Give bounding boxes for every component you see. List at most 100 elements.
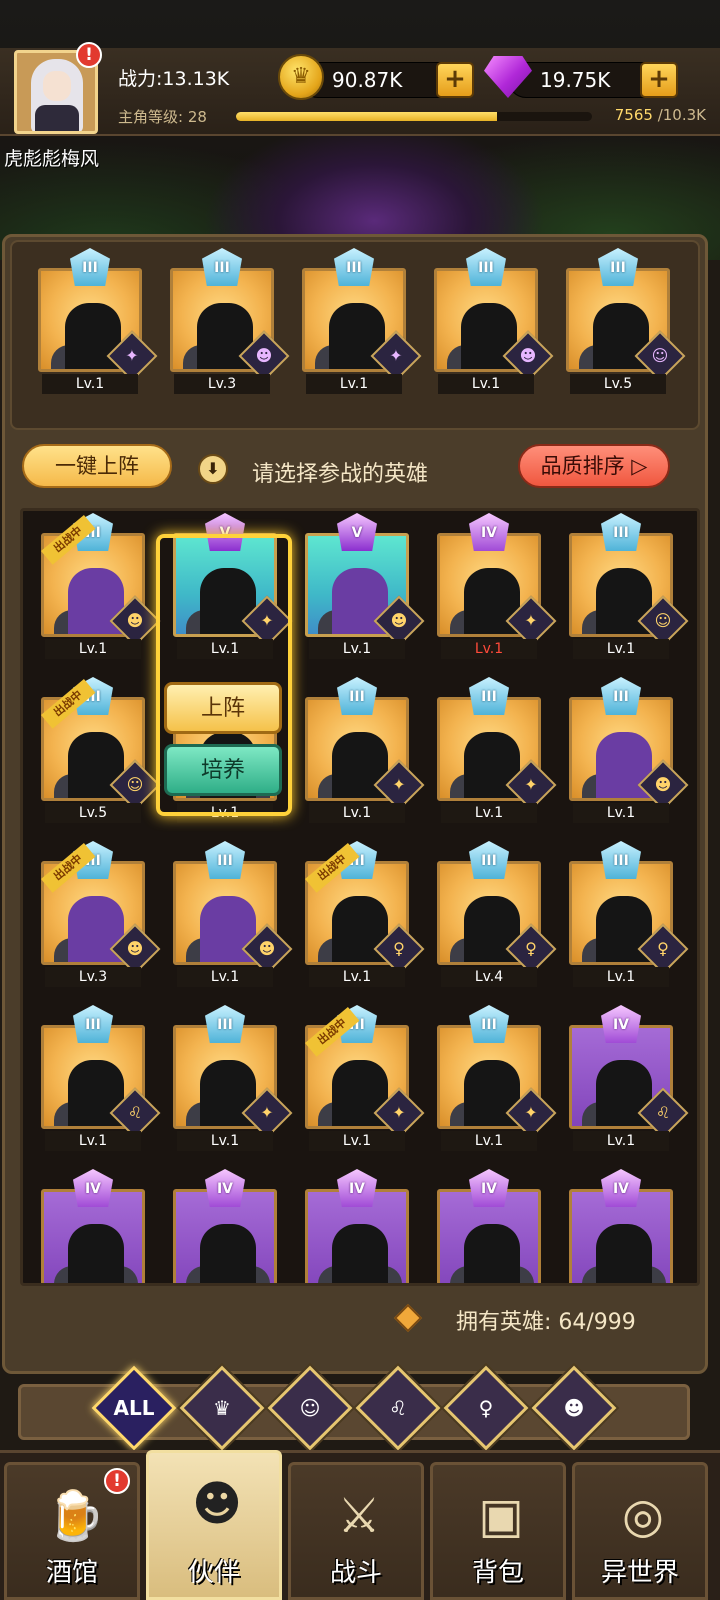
hero-level: Lv.1 — [177, 1131, 273, 1151]
hero-grid-card[interactable]: III ☻ Lv.3 出战中 — [41, 841, 161, 989]
faction-glyph: ☻ — [519, 346, 537, 365]
nav-tab-partner[interactable]: ☻ 伙伴 — [146, 1450, 282, 1600]
team-slot[interactable]: III ☻ Lv.3 — [170, 248, 290, 396]
avatar-dress — [35, 105, 79, 131]
gem-amount: 19.75K — [540, 68, 611, 92]
hero-level: Lv.1 — [441, 803, 537, 823]
exp-progress-bar — [236, 112, 592, 121]
hero-level: Lv.1 — [573, 639, 669, 659]
hero-level: Lv.1 — [306, 374, 402, 394]
hero-grid-card[interactable]: III ✦ Lv.1 — [437, 1005, 557, 1153]
hero-level: Lv.3 — [45, 967, 141, 987]
hero-grid-card[interactable]: III ☻ Lv.1 — [569, 677, 689, 825]
hero-level: Lv.1 — [309, 967, 405, 987]
filter-label: ALL — [113, 1396, 155, 1420]
hero-level: Lv.1 — [42, 374, 138, 394]
avatar-face — [43, 71, 71, 101]
faction-glyph: ☺ — [654, 611, 672, 630]
hero-level: Lv.1 — [573, 803, 669, 823]
hero-grid-card[interactable]: IV — [41, 1169, 145, 1283]
rank-badge: IV — [73, 1169, 113, 1207]
hero-level: Lv.5 — [45, 803, 141, 823]
team-slot[interactable]: III ✦ Lv.1 — [302, 248, 422, 396]
hero-grid-card[interactable]: III ♀ Lv.1 — [569, 841, 689, 989]
faction-glyph: ☻ — [255, 346, 273, 365]
rank-badge: IV — [205, 1169, 245, 1207]
faction-glyph: ✦ — [524, 1103, 538, 1122]
faction-glyph: ✦ — [392, 1103, 406, 1122]
hero-level: Lv.4 — [441, 967, 537, 987]
hero-level-label: 主角等级: 28 — [118, 108, 207, 126]
hero-grid-card[interactable]: III ☺ Lv.5 出战中 — [41, 677, 161, 825]
team-slot[interactable]: III ☻ Lv.1 — [434, 248, 554, 396]
auto-deploy-button[interactable]: 一键上阵 — [22, 444, 172, 488]
hero-grid-card[interactable]: III ☻ Lv.1 — [173, 841, 293, 989]
hero-grid-card[interactable]: V ☻ Lv.1 — [305, 513, 425, 661]
hero-level: Lv.1 — [45, 639, 141, 659]
hero-grid-card[interactable]: IV — [569, 1169, 673, 1283]
hero-grid-card[interactable]: III ☻ Lv.1 出战中 — [41, 513, 161, 661]
rank-badge: III — [70, 248, 110, 286]
hero-level: Lv.1 — [573, 967, 669, 987]
nav-tab-bag[interactable]: ▣ 背包 — [430, 1462, 566, 1600]
filter-label: ♛ — [213, 1396, 231, 1420]
rank-badge: III — [466, 248, 506, 286]
hero-grid-card[interactable]: III ♀ Lv.4 — [437, 841, 557, 989]
add-gems-button[interactable]: + — [640, 62, 678, 98]
nav-tab-battle[interactable]: ⚔ 战斗 — [288, 1462, 424, 1600]
rank-badge: III — [469, 677, 509, 715]
hero-level: Lv.1 — [309, 639, 405, 659]
deploy-button[interactable]: 上阵 — [164, 682, 282, 734]
hero-level: Lv.1 — [441, 1131, 537, 1151]
rank-badge: IV — [601, 1169, 641, 1207]
hero-grid-card[interactable]: IV — [173, 1169, 277, 1283]
hero-grid[interactable]: III ☻ Lv.1 出战中 V ✦ Lv.1 V ☻ Lv.1 IV ✦ Lv.1 III ☺ Lv.1 II… — [20, 508, 700, 1286]
hero-grid-card[interactable]: IV — [305, 1169, 409, 1283]
faction-glyph: ✦ — [392, 775, 406, 794]
team-slot[interactable]: III ✦ Lv.1 — [38, 248, 158, 396]
faction-glyph: ✦ — [524, 775, 538, 794]
hero-head — [596, 1224, 652, 1283]
exp-max: /10.3K — [652, 106, 706, 124]
hero-grid-card[interactable]: III ♌ Lv.1 — [41, 1005, 161, 1153]
otherworld-icon: ◎ — [622, 1488, 664, 1544]
rank-badge: III — [598, 248, 638, 286]
hero-grid-card[interactable]: III ✦ Lv.1 — [173, 1005, 293, 1153]
faction-glyph: ☺ — [651, 346, 669, 365]
faction-glyph: ✦ — [125, 346, 139, 365]
hero-level: Lv.1 — [177, 967, 273, 987]
nav-label: 异世界 — [600, 1558, 679, 1588]
hero-grid-card[interactable]: III ✦ Lv.1 — [437, 677, 557, 825]
add-coins-button[interactable]: + — [436, 62, 474, 98]
hero-grid-card[interactable]: III ♀ Lv.1 出战中 — [305, 841, 425, 989]
rank-badge: III — [334, 248, 374, 286]
hero-grid-card[interactable]: IV ♌ Lv.1 — [569, 1005, 689, 1153]
rank-badge: IV — [601, 1005, 641, 1043]
hero-grid-card[interactable]: III ✦ Lv.1 — [305, 677, 425, 825]
hero-level: Lv.1 — [309, 1131, 405, 1151]
rank-badge: III — [601, 513, 641, 551]
faction-glyph: ♀ — [393, 939, 405, 958]
rank-badge: III — [601, 677, 641, 715]
faction-glyph: ✦ — [389, 346, 403, 365]
team-slot[interactable]: III ☺ Lv.5 — [566, 248, 686, 396]
exp-current: 7565 — [614, 106, 653, 124]
hero-grid-card[interactable]: IV ✦ Lv.1 — [437, 513, 557, 661]
coin-icon: ♛ — [278, 54, 324, 100]
rank-badge: IV — [337, 1169, 377, 1207]
faction-glyph: ☺ — [126, 775, 144, 794]
hero-grid-card[interactable]: IV — [437, 1169, 541, 1283]
rank-badge: III — [337, 677, 377, 715]
hero-level: Lv.1 — [441, 639, 537, 659]
nav-tab-otherworld[interactable]: ◎ 异世界 — [572, 1462, 708, 1600]
hero-grid-card[interactable]: III ☺ Lv.1 — [569, 513, 689, 661]
nav-label: 背包 — [471, 1558, 524, 1588]
rank-badge: V — [337, 513, 377, 551]
tavern-alert-badge: ! — [104, 1468, 130, 1494]
train-button[interactable]: 培养 — [164, 744, 282, 796]
sort-quality-button[interactable]: 品质排序 ▷ — [518, 444, 670, 488]
hero-grid-card[interactable]: III ✦ Lv.1 出战中 — [305, 1005, 425, 1153]
partner-icon: ☻ — [191, 1476, 243, 1532]
rank-badge: IV — [469, 513, 509, 551]
exp-progress-fill — [236, 112, 498, 121]
